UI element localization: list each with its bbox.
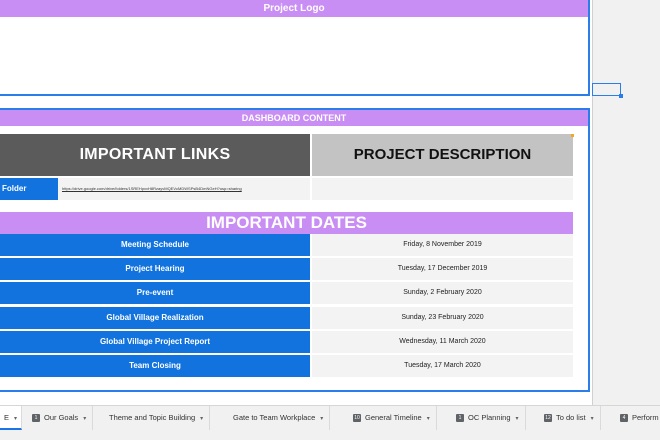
project-description-header: PROJECT DESCRIPTION [312, 134, 573, 176]
sheet-tab-todo[interactable]: 12 To do list ▾ [538, 406, 601, 430]
chevron-down-icon[interactable]: ▾ [83, 407, 86, 431]
sheet-tab-current[interactable]: E ▾ [0, 406, 22, 430]
sheet-tab-label: Gate to Team Workplace [233, 413, 316, 422]
sheet-number-icon: 12 [544, 414, 552, 423]
sheet-gutter [592, 0, 660, 405]
dashboard-title: DASHBOARD CONTENT [0, 110, 588, 126]
folder-label: Folder [0, 178, 58, 200]
sheet-tab-label: E [4, 413, 10, 422]
date-value: Tuesday, 17 December 2019 [312, 258, 573, 280]
date-row[interactable]: Pre-event Sunday, 2 February 2020 [0, 282, 573, 304]
sheet-tab-perform[interactable]: 4 Perform [614, 406, 660, 430]
comment-marker [571, 134, 574, 137]
sheet-tab-label: General Timeline [365, 413, 422, 422]
chevron-down-icon[interactable]: ▾ [591, 407, 594, 431]
sheet-tab-label: OC Planning [468, 413, 511, 422]
date-event-name: Pre-event [0, 282, 310, 304]
date-event-name: Project Hearing [0, 258, 310, 280]
date-value: Friday, 8 November 2019 [312, 234, 573, 256]
project-description-cell[interactable] [312, 178, 573, 200]
chevron-down-icon[interactable]: ▾ [320, 407, 323, 431]
chevron-down-icon[interactable]: ▾ [200, 407, 203, 431]
date-row[interactable]: Team Closing Tuesday, 17 March 2020 [0, 355, 573, 377]
date-row[interactable]: Project Hearing Tuesday, 17 December 201… [0, 258, 573, 280]
sheet-tab-theme-topic[interactable]: Theme and Topic Building ▾ [103, 406, 211, 431]
date-event-name: Global Village Realization [0, 307, 310, 329]
date-value: Tuesday, 17 March 2020 [312, 355, 573, 377]
sheet-tab-our-goals[interactable]: 1 Our Goals ▾ [26, 406, 94, 431]
important-dates-header: IMPORTANT DATES [0, 212, 573, 234]
sheet-number-icon: 1 [32, 414, 40, 423]
column-divider [592, 0, 593, 405]
chevron-down-icon[interactable]: ▾ [14, 407, 17, 431]
date-value: Sunday, 2 February 2020 [312, 282, 573, 304]
sheet-tab-oc-planning[interactable]: 1 OC Planning ▾ [450, 406, 526, 430]
date-event-name: Meeting Schedule [0, 234, 310, 256]
fill-handle[interactable] [619, 94, 623, 98]
sheet-tab-label: To do list [556, 413, 586, 422]
date-value: Sunday, 23 February 2020 [312, 307, 573, 329]
dashboard-section: DASHBOARD CONTENT IMPORTANT LINKS PROJEC… [0, 108, 590, 392]
project-logo-section[interactable]: Project Logo [0, 0, 590, 96]
date-value: Wednesday, 11 March 2020 [312, 331, 573, 353]
sheet-tab-label: Our Goals [44, 413, 79, 422]
date-row[interactable]: Global Village Project Report Wednesday,… [0, 331, 573, 353]
sheet-tab-general-timeline[interactable]: 10 General Timeline ▾ [347, 406, 437, 430]
project-logo-title: Project Logo [0, 0, 588, 17]
important-links-header: IMPORTANT LINKS [0, 134, 310, 176]
date-event-name: Team Closing [0, 355, 310, 377]
sheet-tab-label: Theme and Topic Building [109, 413, 196, 422]
sheet-tab-label: Perform [632, 413, 659, 422]
selected-cell[interactable] [592, 83, 621, 96]
folder-link[interactable]: https://drive.google.com/drive/folders/1… [58, 178, 310, 200]
chevron-down-icon[interactable]: ▾ [516, 407, 519, 431]
date-event-name: Global Village Project Report [0, 331, 310, 353]
date-row[interactable]: Global Village Realization Sunday, 23 Fe… [0, 307, 573, 329]
sheet-number-icon: 4 [620, 414, 628, 423]
chevron-down-icon[interactable]: ▾ [427, 407, 430, 431]
date-row[interactable]: Meeting Schedule Friday, 8 November 2019 [0, 234, 573, 256]
sheet-number-icon: 1 [456, 414, 464, 423]
sheet-tab-bar: E ▾ 1 Our Goals ▾ Theme and Topic Building ▾… [0, 405, 660, 440]
sheet-tab-gate-team[interactable]: Gate to Team Workplace ▾ [227, 406, 331, 431]
sheet-number-icon: 10 [353, 414, 361, 423]
